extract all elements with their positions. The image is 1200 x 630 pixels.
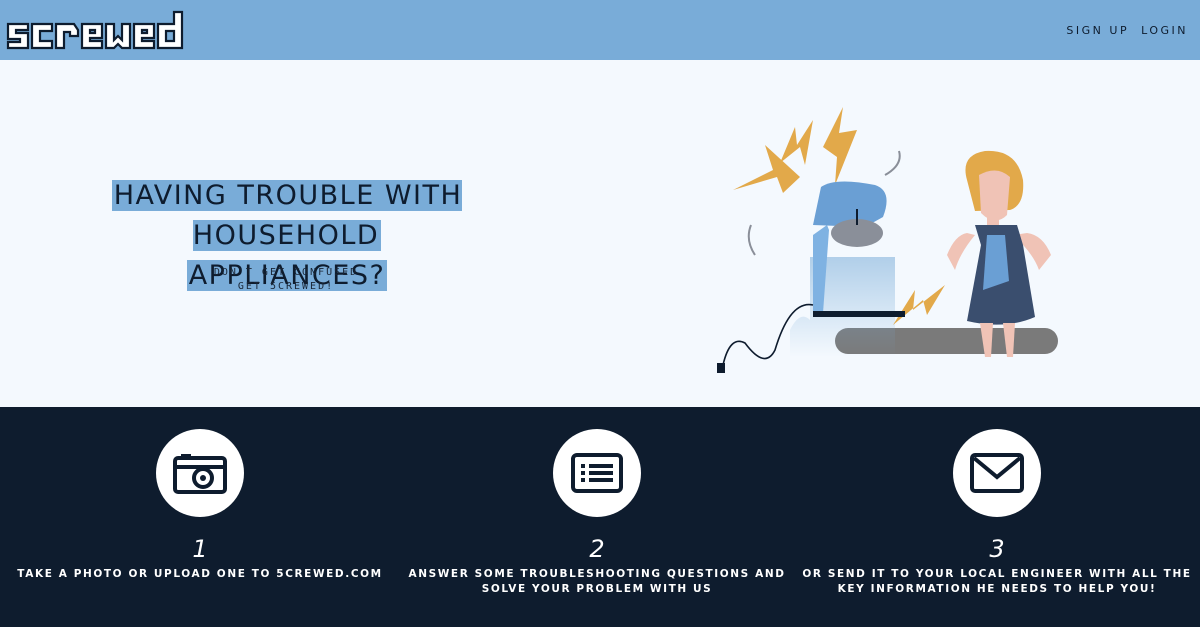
step-3-text-line1: OR SEND IT TO YOUR LOCAL ENGINEER WITH A… [802, 568, 1192, 580]
step-3-text-line2: KEY INFORMATION HE NEEDS TO HELP YOU! [837, 583, 1157, 595]
step-1-text-line1: TAKE A PHOTO OR UPLOAD ONE TO 5CREWED.CO… [17, 568, 383, 580]
counter-block [790, 257, 895, 357]
nav-login-link[interactable]: LOGIN [1141, 24, 1188, 37]
nav-sign-up-link[interactable]: SIGN UP [1066, 24, 1129, 37]
step-2-icon-circle [553, 429, 641, 517]
step-2-text: ANSWER SOME TROUBLESHOOTING QUESTIONS AN… [397, 567, 797, 597]
confused-woman-illustration [947, 150, 1051, 357]
hero-subtitle-line2: GET 5CREWED! [237, 281, 335, 292]
hero-subtitle-line1: DON'T GET CONFUSED [213, 267, 359, 278]
envelope-icon [970, 453, 1024, 493]
step-3-icon-circle [953, 429, 1041, 517]
step-2-text-line1: ANSWER SOME TROUBLESHOOTING QUESTIONS AN… [408, 568, 786, 580]
top-nav: SIGN UP LOGIN [1066, 24, 1188, 37]
site-header: SIGN UP LOGIN [0, 0, 1200, 60]
step-2: 2 ANSWER SOME TROUBLESHOOTING QUESTIONS … [397, 407, 797, 630]
step-1-number: 1 [192, 535, 208, 563]
step-1: 1 TAKE A PHOTO OR UPLOAD ONE TO 5CREWED.… [0, 407, 400, 630]
step-3-text: OR SEND IT TO YOUR LOCAL ENGINEER WITH A… [797, 567, 1197, 597]
step-1-text: TAKE A PHOTO OR UPLOAD ONE TO 5CREWED.CO… [0, 567, 400, 582]
hero-section: HAVING TROUBLE WITH HOUSEHOLD APPLIANCES… [0, 60, 1200, 407]
step-3: 3 OR SEND IT TO YOUR LOCAL ENGINEER WITH… [797, 407, 1197, 630]
steps-section: 1 TAKE A PHOTO OR UPLOAD ONE TO 5CREWED.… [0, 407, 1200, 630]
hero-title-line1: HAVING TROUBLE WITH HOUSEHOLD [111, 180, 463, 251]
step-3-number: 3 [989, 535, 1005, 563]
screwed-logo[interactable] [4, 6, 186, 54]
step-2-text-line2: SOLVE YOUR PROBLEM WITH US [481, 583, 713, 595]
hero-subtitle: DON'T GET CONFUSED GET 5CREWED! [186, 266, 386, 294]
hero-illustration [705, 85, 1095, 385]
camera-icon [173, 454, 227, 494]
step-1-icon-circle [156, 429, 244, 517]
form-list-icon [571, 453, 623, 493]
step-2-number: 2 [589, 535, 605, 563]
